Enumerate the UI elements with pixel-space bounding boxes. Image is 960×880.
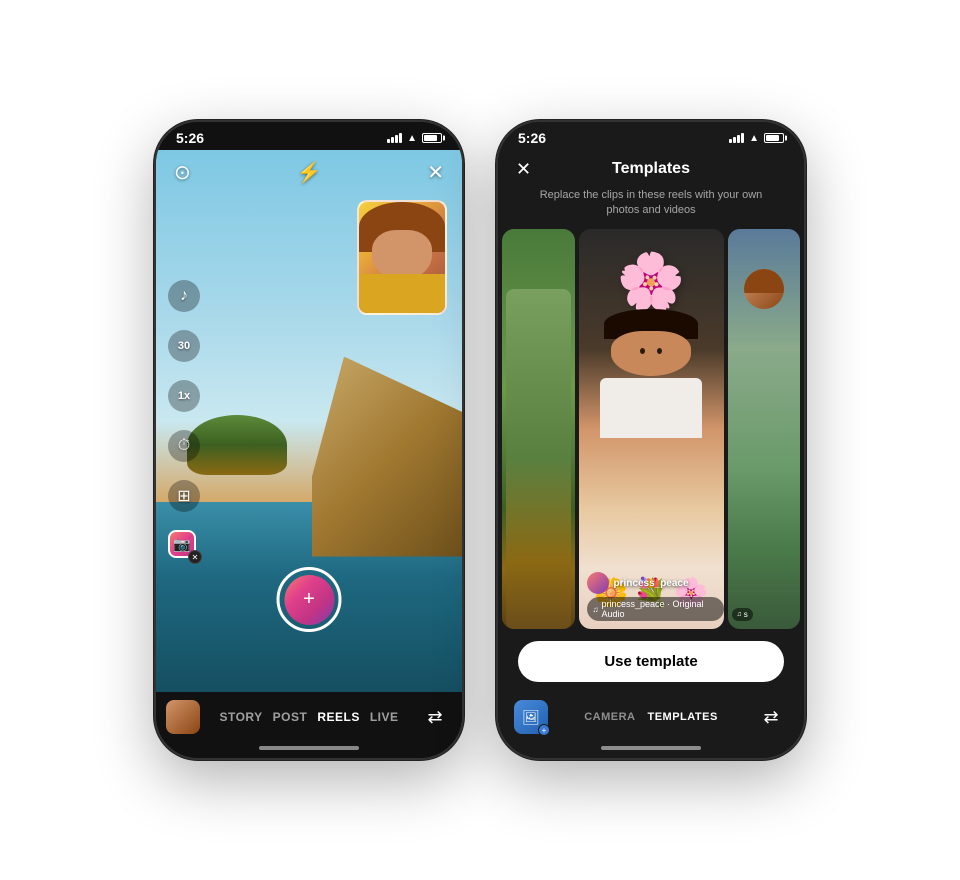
signal-icon-2: [729, 133, 744, 143]
templates-subtitle: Replace the clips in these reels with yo…: [498, 188, 804, 229]
home-indicator: [156, 738, 462, 758]
nav-templates[interactable]: TEMPLATES: [647, 711, 717, 723]
wifi-icon-2: ▲: [749, 133, 759, 144]
time-display: 5:26: [176, 130, 204, 146]
camera-nav: STORY POST REELS LIVE ⇄: [166, 700, 452, 734]
countdown-button[interactable]: ⏱: [168, 430, 200, 462]
flip-camera-button[interactable]: ⇄: [418, 700, 452, 734]
selfie-shirt: [359, 274, 445, 313]
selfie-face: [359, 202, 445, 313]
nav-reels[interactable]: REELS: [317, 710, 360, 724]
template-audio-text: princess_peace · Original Audio: [602, 599, 718, 619]
effects-x-badge: ✕: [188, 550, 202, 564]
phone-camera: 5:26 ▲ ⊙: [154, 120, 464, 760]
phone-templates: 5:26 ▲ ✕ Templates Replace the clip: [496, 120, 806, 760]
shutter-button[interactable]: +: [277, 567, 342, 632]
templates-nav-items: CAMERA TEMPLATES: [584, 711, 718, 723]
nav-post[interactable]: POST: [273, 710, 308, 724]
battery-icon-2: [764, 133, 784, 143]
templates-header: ✕ Templates: [498, 150, 804, 188]
home-bar-2: [601, 746, 701, 750]
use-template-area: Use template: [498, 629, 804, 694]
template-card-left[interactable]: [502, 229, 575, 629]
speed-button[interactable]: 1x: [168, 380, 200, 412]
phones-container: 5:26 ▲ ⊙: [114, 80, 846, 800]
nav-camera[interactable]: CAMERA: [584, 711, 635, 723]
nav-story[interactable]: STORY: [219, 710, 262, 724]
template-username: princess_peace: [614, 578, 689, 589]
template-bg-center: 🌸: [579, 229, 724, 629]
template-card-center[interactable]: 🌸: [579, 229, 724, 629]
camera-viewfinder[interactable]: ⊙ ⚡ ✕ ♪ 30 1x ⏱ ⊞ 📷: [156, 150, 462, 692]
selfie-skin: [372, 230, 432, 280]
gallery-icon[interactable]: 🖼 +: [514, 700, 548, 734]
status-icons-2: ▲: [729, 133, 784, 144]
camera-bottom-nav: STORY POST REELS LIVE ⇄: [156, 692, 462, 738]
time-display-2: 5:26: [518, 130, 546, 146]
layout-button[interactable]: ⊞: [168, 480, 200, 512]
nav-live[interactable]: LIVE: [370, 710, 399, 724]
effects-button[interactable]: 📷 ✕: [168, 530, 200, 562]
camera-side-controls: ♪ 30 1x ⏱ ⊞ 📷 ✕: [168, 280, 200, 562]
island-bg: [187, 415, 287, 475]
templates-nav-left: 🖼 +: [514, 700, 548, 734]
flip-camera-button-2[interactable]: ⇄: [754, 700, 788, 734]
template-bg-right: [728, 229, 801, 629]
status-icons: ▲: [387, 133, 442, 144]
template-audio-info: ♫ princess_peace · Original Audio: [587, 597, 724, 621]
shutter-area: +: [277, 567, 342, 632]
effects-icon[interactable]: ⊙: [174, 160, 191, 185]
camera-top-controls: ⊙ ⚡ ✕: [156, 150, 462, 195]
home-bar: [259, 746, 359, 750]
timer-button[interactable]: 30: [168, 330, 200, 362]
home-indicator-2: [498, 738, 804, 758]
close-icon[interactable]: ✕: [427, 160, 444, 185]
template-user-info: princess_peace ♫ princess_peace · Origin…: [587, 572, 724, 621]
templates-title: Templates: [612, 160, 690, 178]
gallery-thumbnail[interactable]: [166, 700, 200, 734]
templates-bottom-nav: 🖼 + CAMERA TEMPLATES ⇄: [498, 694, 804, 738]
template-bg-left: [502, 229, 575, 629]
audio-icon: ♫: [593, 605, 599, 614]
template-card-right[interactable]: ♫ s: [728, 229, 801, 629]
right-card-audio: ♫ s: [732, 608, 753, 621]
gallery-plus-icon: +: [538, 724, 550, 736]
templates-close-button[interactable]: ✕: [516, 159, 531, 180]
status-bar-templates: 5:26 ▲: [498, 122, 804, 150]
flash-icon[interactable]: ⚡: [297, 160, 322, 185]
battery-icon: [422, 133, 442, 143]
templates-carousel: 🌸: [498, 229, 804, 629]
camera-nav-items: STORY POST REELS LIVE: [219, 710, 398, 724]
shutter-inner-icon: +: [284, 575, 334, 625]
template-avatar: [587, 572, 609, 594]
selfie-preview: [357, 200, 447, 315]
template-user-row: princess_peace: [587, 572, 724, 594]
signal-icon: [387, 133, 402, 143]
templates-screen: ✕ Templates Replace the clips in these r…: [498, 150, 804, 738]
status-bar-camera: 5:26 ▲: [156, 122, 462, 150]
use-template-button[interactable]: Use template: [518, 641, 784, 682]
wifi-icon: ▲: [407, 133, 417, 144]
music-button[interactable]: ♪: [168, 280, 200, 312]
